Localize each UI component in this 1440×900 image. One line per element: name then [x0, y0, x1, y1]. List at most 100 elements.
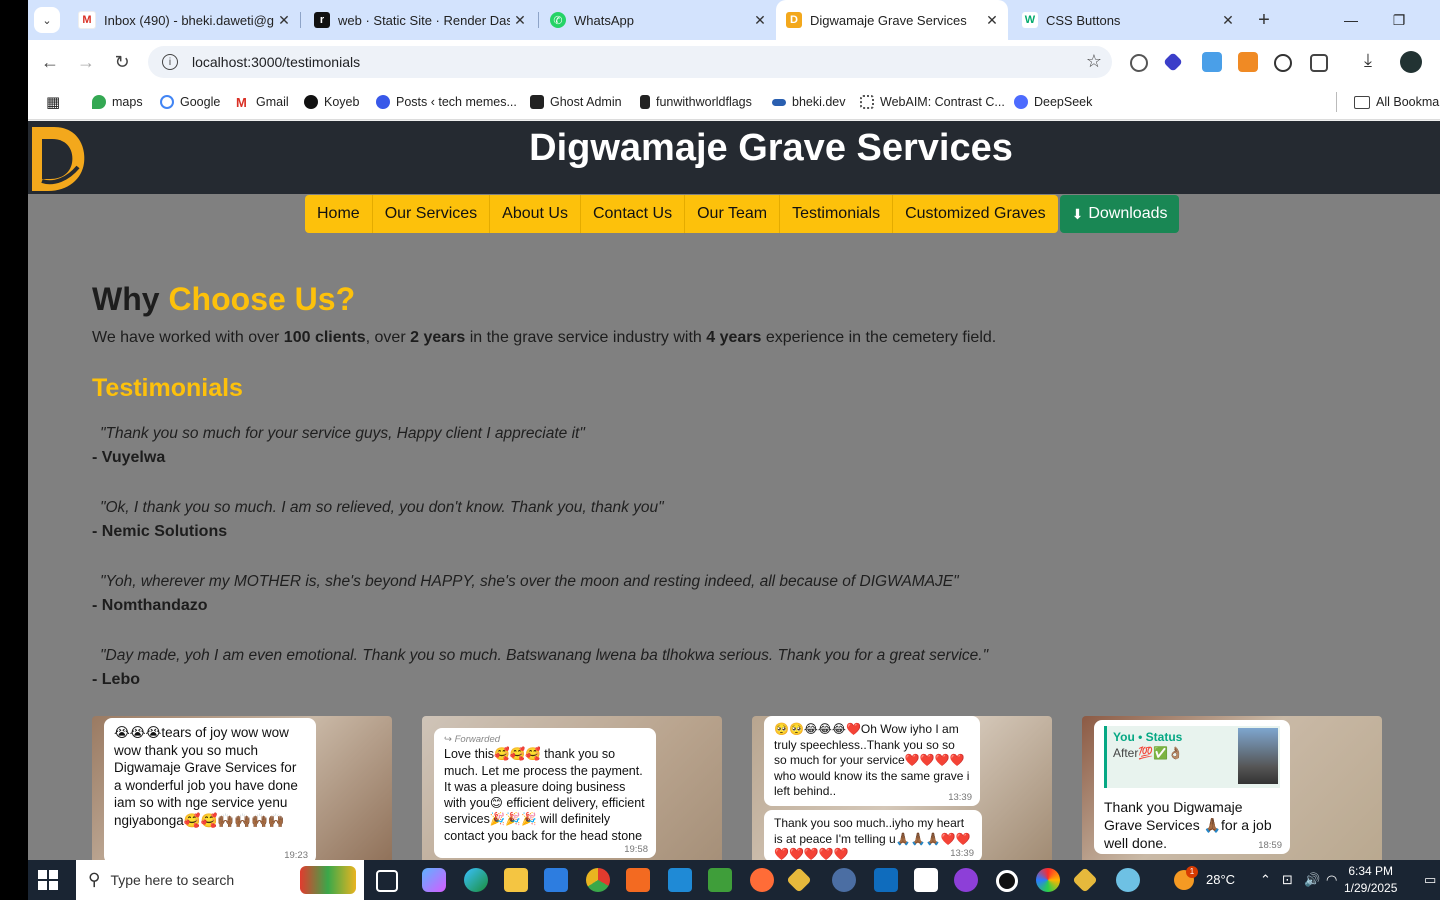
chat-bubble: You • Status After💯✅👌🏽 Thank you Digwama…: [1094, 720, 1290, 854]
testimonial-screenshot[interactable]: 😭😭😭tears of joy wow wow wow thank you so…: [92, 716, 392, 860]
task-view-icon[interactable]: [376, 870, 398, 892]
puzzle-extensions-icon[interactable]: [1310, 54, 1328, 72]
close-icon[interactable]: ✕: [1218, 12, 1238, 29]
close-icon[interactable]: ✕: [510, 12, 530, 29]
git-gui-icon[interactable]: [786, 867, 812, 893]
postman-icon[interactable]: [750, 868, 774, 892]
back-arrow-icon[interactable]: ←: [38, 50, 62, 74]
cemetery-years: 4 years: [706, 329, 762, 346]
address-bar[interactable]: i localhost:3000/testimonials ☆: [148, 46, 1112, 78]
pgadmin-icon[interactable]: [832, 868, 856, 892]
copilot-icon[interactable]: [422, 868, 446, 892]
tab-gmail[interactable]: M Inbox (490) - bheki.daweti@gmail.com ✕: [68, 6, 300, 34]
digwamaje-icon: D: [786, 12, 802, 28]
chevron-up-icon[interactable]: ⌃: [1260, 872, 1271, 888]
testimonial-quote: "Thank you so much for your service guys…: [100, 425, 585, 442]
bookmark-deepseek[interactable]: DeepSeek: [1014, 92, 1092, 112]
testimonial-quote: "Day made, yoh I am even emotional. Than…: [100, 647, 989, 664]
bookmark-bheki-dev[interactable]: bheki.dev: [772, 92, 846, 112]
bookmark-label: DeepSeek: [1034, 95, 1093, 109]
settings-app-icon[interactable]: [914, 868, 938, 892]
nav-our-services[interactable]: Our Services: [372, 195, 491, 233]
bookmark-gmail[interactable]: M Gmail: [236, 92, 289, 112]
extension-orange-icon[interactable]: [1238, 52, 1258, 72]
outlook-icon[interactable]: [874, 868, 898, 892]
nav-home[interactable]: Home: [305, 195, 373, 233]
new-tab-button[interactable]: +: [1252, 8, 1276, 32]
testimonial-screenshot[interactable]: You • Status After💯✅👌🏽 Thank you Digwama…: [1082, 716, 1382, 860]
volume-icon[interactable]: 🔊: [1304, 872, 1320, 888]
nav-customized-graves[interactable]: Customized Graves: [893, 195, 1058, 233]
restore-icon[interactable]: ❐: [1384, 8, 1414, 32]
apps-grid-icon[interactable]: ▦: [46, 92, 60, 112]
close-icon[interactable]: ✕: [982, 12, 1002, 29]
close-icon[interactable]: ✕: [274, 12, 294, 29]
forward-arrow-icon[interactable]: →: [74, 50, 98, 74]
intro-part: We have worked with over: [92, 329, 284, 346]
bookmark-label: Koyeb: [324, 95, 360, 109]
testimonial-author: - Vuyelwa: [92, 449, 166, 466]
tab-render[interactable]: r web · Static Site · Render Dashboard ✕: [304, 6, 536, 34]
edge-icon[interactable]: [464, 868, 488, 892]
profile-avatar[interactable]: [1400, 51, 1422, 73]
testimonial-screenshot[interactable]: ↪ Forwarded Love this🥰🥰🥰 thank you so mu…: [422, 716, 722, 860]
bookmark-funwithworldflags[interactable]: funwithworldflags: [640, 92, 752, 112]
why-accent: Choose Us?: [168, 281, 356, 317]
industry-years: 2 years: [410, 329, 466, 346]
windows-start-icon[interactable]: [38, 870, 58, 890]
bookmark-google[interactable]: Google: [160, 92, 220, 112]
notifications-icon[interactable]: ▭: [1424, 872, 1436, 888]
tor-icon[interactable]: [954, 868, 978, 892]
close-icon[interactable]: ✕: [750, 12, 770, 29]
taskbar-search[interactable]: ⚲ Type here to search: [76, 860, 364, 900]
bug-extension-icon[interactable]: [1130, 54, 1148, 72]
nav-testimonials[interactable]: Testimonials: [780, 195, 894, 233]
nav-contact-us[interactable]: Contact Us: [580, 195, 686, 233]
tab-search-button[interactable]: ⌄: [34, 7, 60, 33]
vscode-icon[interactable]: [668, 868, 692, 892]
testimonial-quote: "Ok, I thank you so much. I am so reliev…: [100, 499, 664, 516]
nav-about-us[interactable]: About Us: [490, 195, 581, 233]
extension-gears-icon[interactable]: [1274, 54, 1292, 72]
git-icon[interactable]: [1072, 867, 1098, 893]
testimonial-screenshot[interactable]: 🥺🥺😂😂😂❤️Oh Wow iyho I am truly speechless…: [752, 716, 1052, 860]
download-icon[interactable]: ⤓: [1364, 50, 1384, 74]
clock-date: 1/29/2025: [1344, 881, 1398, 895]
chrome-icon[interactable]: [586, 868, 610, 892]
bookmark-label: bheki.dev: [792, 95, 846, 109]
tab-whatsapp[interactable]: ✆ WhatsApp ✕: [540, 6, 776, 34]
downloads-button[interactable]: ⬇ Downloads: [1059, 195, 1180, 233]
bookmark-label: Posts ‹ tech memes...: [396, 95, 517, 109]
bookmark-webaim[interactable]: WebAIM: Contrast C...: [860, 92, 1005, 112]
tab-digwamaje[interactable]: D Digwamaje Grave Services ✕: [776, 0, 1008, 40]
bookmark-koyeb[interactable]: Koyeb: [304, 92, 359, 112]
network-icon[interactable]: ◠: [1326, 872, 1337, 888]
record-icon[interactable]: [996, 870, 1018, 892]
notepad-plus-icon[interactable]: [708, 868, 732, 892]
bookmark-star-icon[interactable]: ☆: [1086, 51, 1102, 72]
color-app-icon[interactable]: [1036, 868, 1060, 892]
bookmark-label: funwithworldflags: [656, 95, 752, 109]
file-explorer-icon[interactable]: [504, 868, 528, 892]
extension-diamond-icon[interactable]: [1163, 52, 1183, 72]
bookmark-ghost[interactable]: Ghost Admin: [530, 92, 622, 112]
meet-now-icon[interactable]: ⊡: [1282, 872, 1293, 888]
extension-blue-icon[interactable]: [1202, 52, 1222, 72]
minimize-icon[interactable]: —: [1336, 8, 1366, 32]
status-reply-quote: You • Status After💯✅👌🏽: [1104, 726, 1280, 788]
site-info-icon[interactable]: i: [162, 54, 178, 70]
paint-icon[interactable]: [1116, 868, 1140, 892]
chat-time: 18:59: [1258, 839, 1282, 851]
tab-css-buttons[interactable]: W CSS Buttons ✕: [1012, 6, 1244, 34]
chat-bubble: 🥺🥺😂😂😂❤️Oh Wow iyho I am truly speechless…: [764, 716, 980, 806]
xampp-icon[interactable]: [626, 868, 650, 892]
clients-count: 100 clients: [283, 329, 366, 346]
bookmark-wordpress[interactable]: Posts ‹ tech memes...: [376, 92, 517, 112]
bookmark-maps[interactable]: maps: [92, 92, 143, 112]
microsoft-store-icon[interactable]: [544, 868, 568, 892]
nav-our-team[interactable]: Our Team: [685, 195, 781, 233]
reload-icon[interactable]: ↻: [110, 50, 134, 74]
why-choose-us-heading: Why Choose Us?: [92, 281, 355, 318]
all-bookmarks[interactable]: All Bookmarks: [1354, 92, 1440, 112]
taskbar-clock[interactable]: 6:34 PM 1/29/2025: [1344, 863, 1397, 897]
